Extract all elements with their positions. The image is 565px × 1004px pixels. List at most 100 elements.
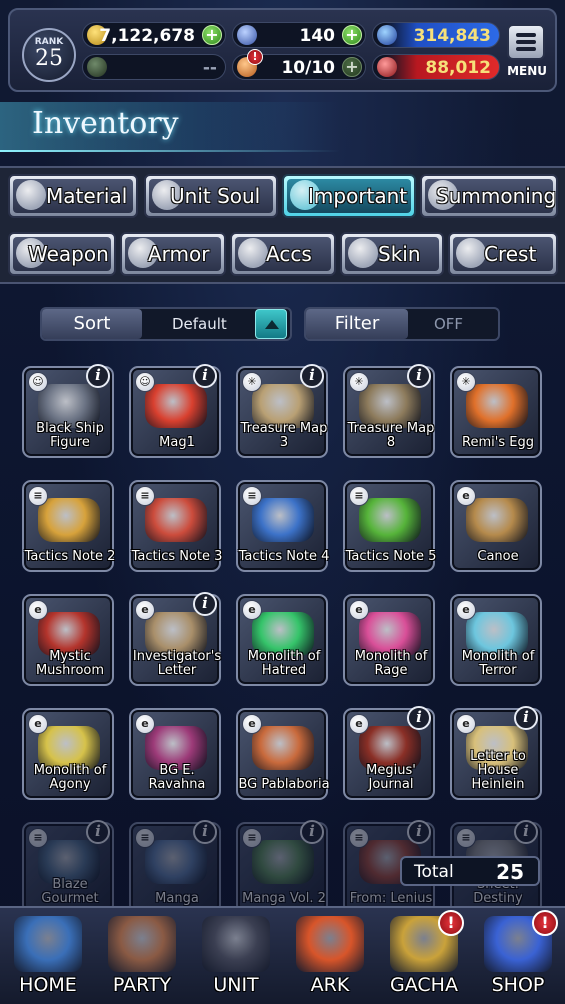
compass-category-icon: ✳ (349, 372, 369, 392)
info-icon[interactable]: i (300, 820, 324, 844)
item-name: Tactics Note 4 (238, 549, 330, 564)
etc-category-icon: e (456, 714, 476, 734)
inventory-item[interactable]: e Monolith of Agony (22, 708, 114, 800)
info-icon[interactable]: i (514, 706, 538, 730)
inventory-item[interactable]: ≡ Tactics Note 5 (343, 480, 436, 572)
item-name: Investigator's Letter (132, 649, 222, 678)
tab-summoning[interactable]: Summoning (420, 174, 558, 218)
info-icon[interactable]: i (407, 706, 431, 730)
etc-category-icon: e (28, 600, 48, 620)
inventory-item[interactable]: ✳ i Treasure Map 3 (236, 364, 328, 458)
nav-unit[interactable]: UNIT (190, 910, 282, 1004)
tab-important[interactable]: Important (282, 174, 416, 218)
info-icon[interactable]: i (86, 820, 110, 844)
inventory-item[interactable]: ≡ Tactics Note 3 (129, 480, 222, 572)
etc-category-icon: e (28, 714, 48, 734)
gil-counter: 7,122,678 + (82, 22, 226, 48)
tab-skin[interactable]: Skin (340, 232, 444, 276)
sort-order-button[interactable] (255, 309, 287, 339)
ally-value: -- (202, 58, 217, 78)
inventory-item[interactable]: e Canoe (450, 480, 542, 572)
info-icon[interactable]: i (407, 364, 431, 388)
item-artwork (252, 498, 314, 542)
inventory-item[interactable]: ✳ Remi's Egg (450, 366, 542, 458)
sort-value: Default (172, 315, 227, 333)
note-category-icon: ≡ (135, 828, 155, 848)
info-icon[interactable]: i (193, 364, 217, 388)
info-icon[interactable]: i (514, 820, 538, 844)
status-bar: RANK 25 7,122,678 + 140 + 314,843 -- ! 1… (8, 8, 557, 92)
item-grid: ☺ i Black Ship Figure ☺ i Mag1 ✳ i Treasure Map … (22, 364, 544, 914)
inventory-item[interactable]: e i Megius' Journal (343, 706, 435, 800)
item-artwork (145, 384, 207, 428)
inventory-item[interactable]: ≡ i Manga (129, 820, 221, 914)
tab-label: Armor (148, 242, 210, 266)
inventory-item[interactable]: ☺ i Mag1 (129, 364, 221, 458)
nav-party[interactable]: PARTY (96, 910, 188, 1004)
add-energy-button[interactable]: + (342, 57, 362, 77)
inventory-item[interactable]: e Monolith of Terror (450, 594, 542, 686)
inventory-item[interactable]: e Mystic Mushroom (22, 594, 114, 686)
item-artwork (252, 726, 314, 770)
add-visiore-button[interactable]: + (342, 25, 362, 45)
add-gil-button[interactable]: + (202, 25, 222, 45)
menu-label: MENU (507, 64, 547, 78)
compass-category-icon: ✳ (456, 372, 476, 392)
rank-value: 25 (35, 46, 63, 71)
nav-shop[interactable]: SHOP! (472, 910, 564, 1004)
tab-unit-soul[interactable]: Unit Soul (144, 174, 278, 218)
total-label: Total (414, 862, 454, 882)
inventory-item[interactable]: e Monolith of Hatred (236, 594, 328, 686)
item-name: Tactics Note 2 (24, 549, 116, 564)
tab-armor[interactable]: Armor (120, 232, 226, 276)
sort-button[interactable]: Sort (42, 309, 142, 339)
item-name: Remi's Egg (462, 435, 534, 450)
item-name: Letter to House Heinlein (470, 749, 526, 792)
total-counter: Total 25 (400, 856, 540, 886)
menu-button[interactable] (507, 24, 545, 60)
inventory-header: Inventory (0, 102, 340, 152)
red-currency-counter: 88,012 (372, 54, 500, 80)
red-currency-value: 88,012 (425, 58, 491, 78)
tab-weapon[interactable]: Weapon (8, 232, 116, 276)
info-icon[interactable]: i (300, 364, 324, 388)
info-icon[interactable]: i (193, 820, 217, 844)
inventory-item[interactable]: ☺ i Black Ship Figure (22, 364, 114, 458)
inventory-item[interactable]: ≡ i Manga Vol. 2 (236, 820, 328, 914)
inventory-item[interactable]: ≡ Tactics Note 4 (236, 480, 330, 572)
item-artwork (466, 498, 528, 542)
info-icon[interactable]: i (193, 592, 217, 616)
inventory-item[interactable]: ≡ i Blaze Gourmet (22, 820, 114, 914)
tab-accs[interactable]: Accs (230, 232, 336, 276)
tab-label: Crest (484, 242, 537, 266)
bottom-nav: HOME PARTY UNIT ARK GACHA! SHOP! (0, 906, 565, 1004)
category-tabs: Material Unit Soul Important Summoning W… (0, 166, 565, 284)
ring-icon (238, 238, 268, 268)
tab-crest[interactable]: Crest (448, 232, 558, 276)
item-artwork (145, 498, 207, 542)
item-name: Treasure Map 8 (347, 421, 435, 450)
filter-control[interactable]: Filter OFF (304, 307, 500, 341)
inventory-item[interactable]: e Monolith of Rage (343, 594, 435, 686)
inventory-item[interactable]: e BG Pablaboria (236, 708, 330, 800)
inventory-item[interactable]: e BG E. Ravahna (129, 708, 221, 800)
inventory-item[interactable]: ✳ i Treasure Map 8 (343, 364, 435, 458)
inventory-item[interactable]: ≡ Tactics Note 2 (22, 480, 116, 572)
tab-material[interactable]: Material (8, 174, 138, 218)
sword-emblem-icon (87, 57, 107, 77)
blue-currency-value: 314,843 (413, 26, 491, 46)
info-icon[interactable]: i (86, 364, 110, 388)
filter-button[interactable]: Filter (306, 309, 408, 339)
nav-ark[interactable]: ARK (284, 910, 376, 1004)
item-name: Treasure Map 3 (240, 421, 328, 450)
visiore-counter: 140 + (232, 22, 366, 48)
nav-gacha[interactable]: GACHA! (378, 910, 470, 1004)
info-icon[interactable]: i (407, 820, 431, 844)
nav-home[interactable]: HOME (2, 910, 94, 1004)
filter-value: OFF (434, 315, 464, 333)
party-icon (108, 916, 176, 972)
inventory-item[interactable]: e i Investigator's Letter (129, 592, 222, 686)
etc-category-icon: e (456, 486, 476, 506)
rank-badge: RANK 25 (22, 28, 76, 82)
inventory-item[interactable]: e i Letter to House Heinlein (450, 706, 542, 800)
